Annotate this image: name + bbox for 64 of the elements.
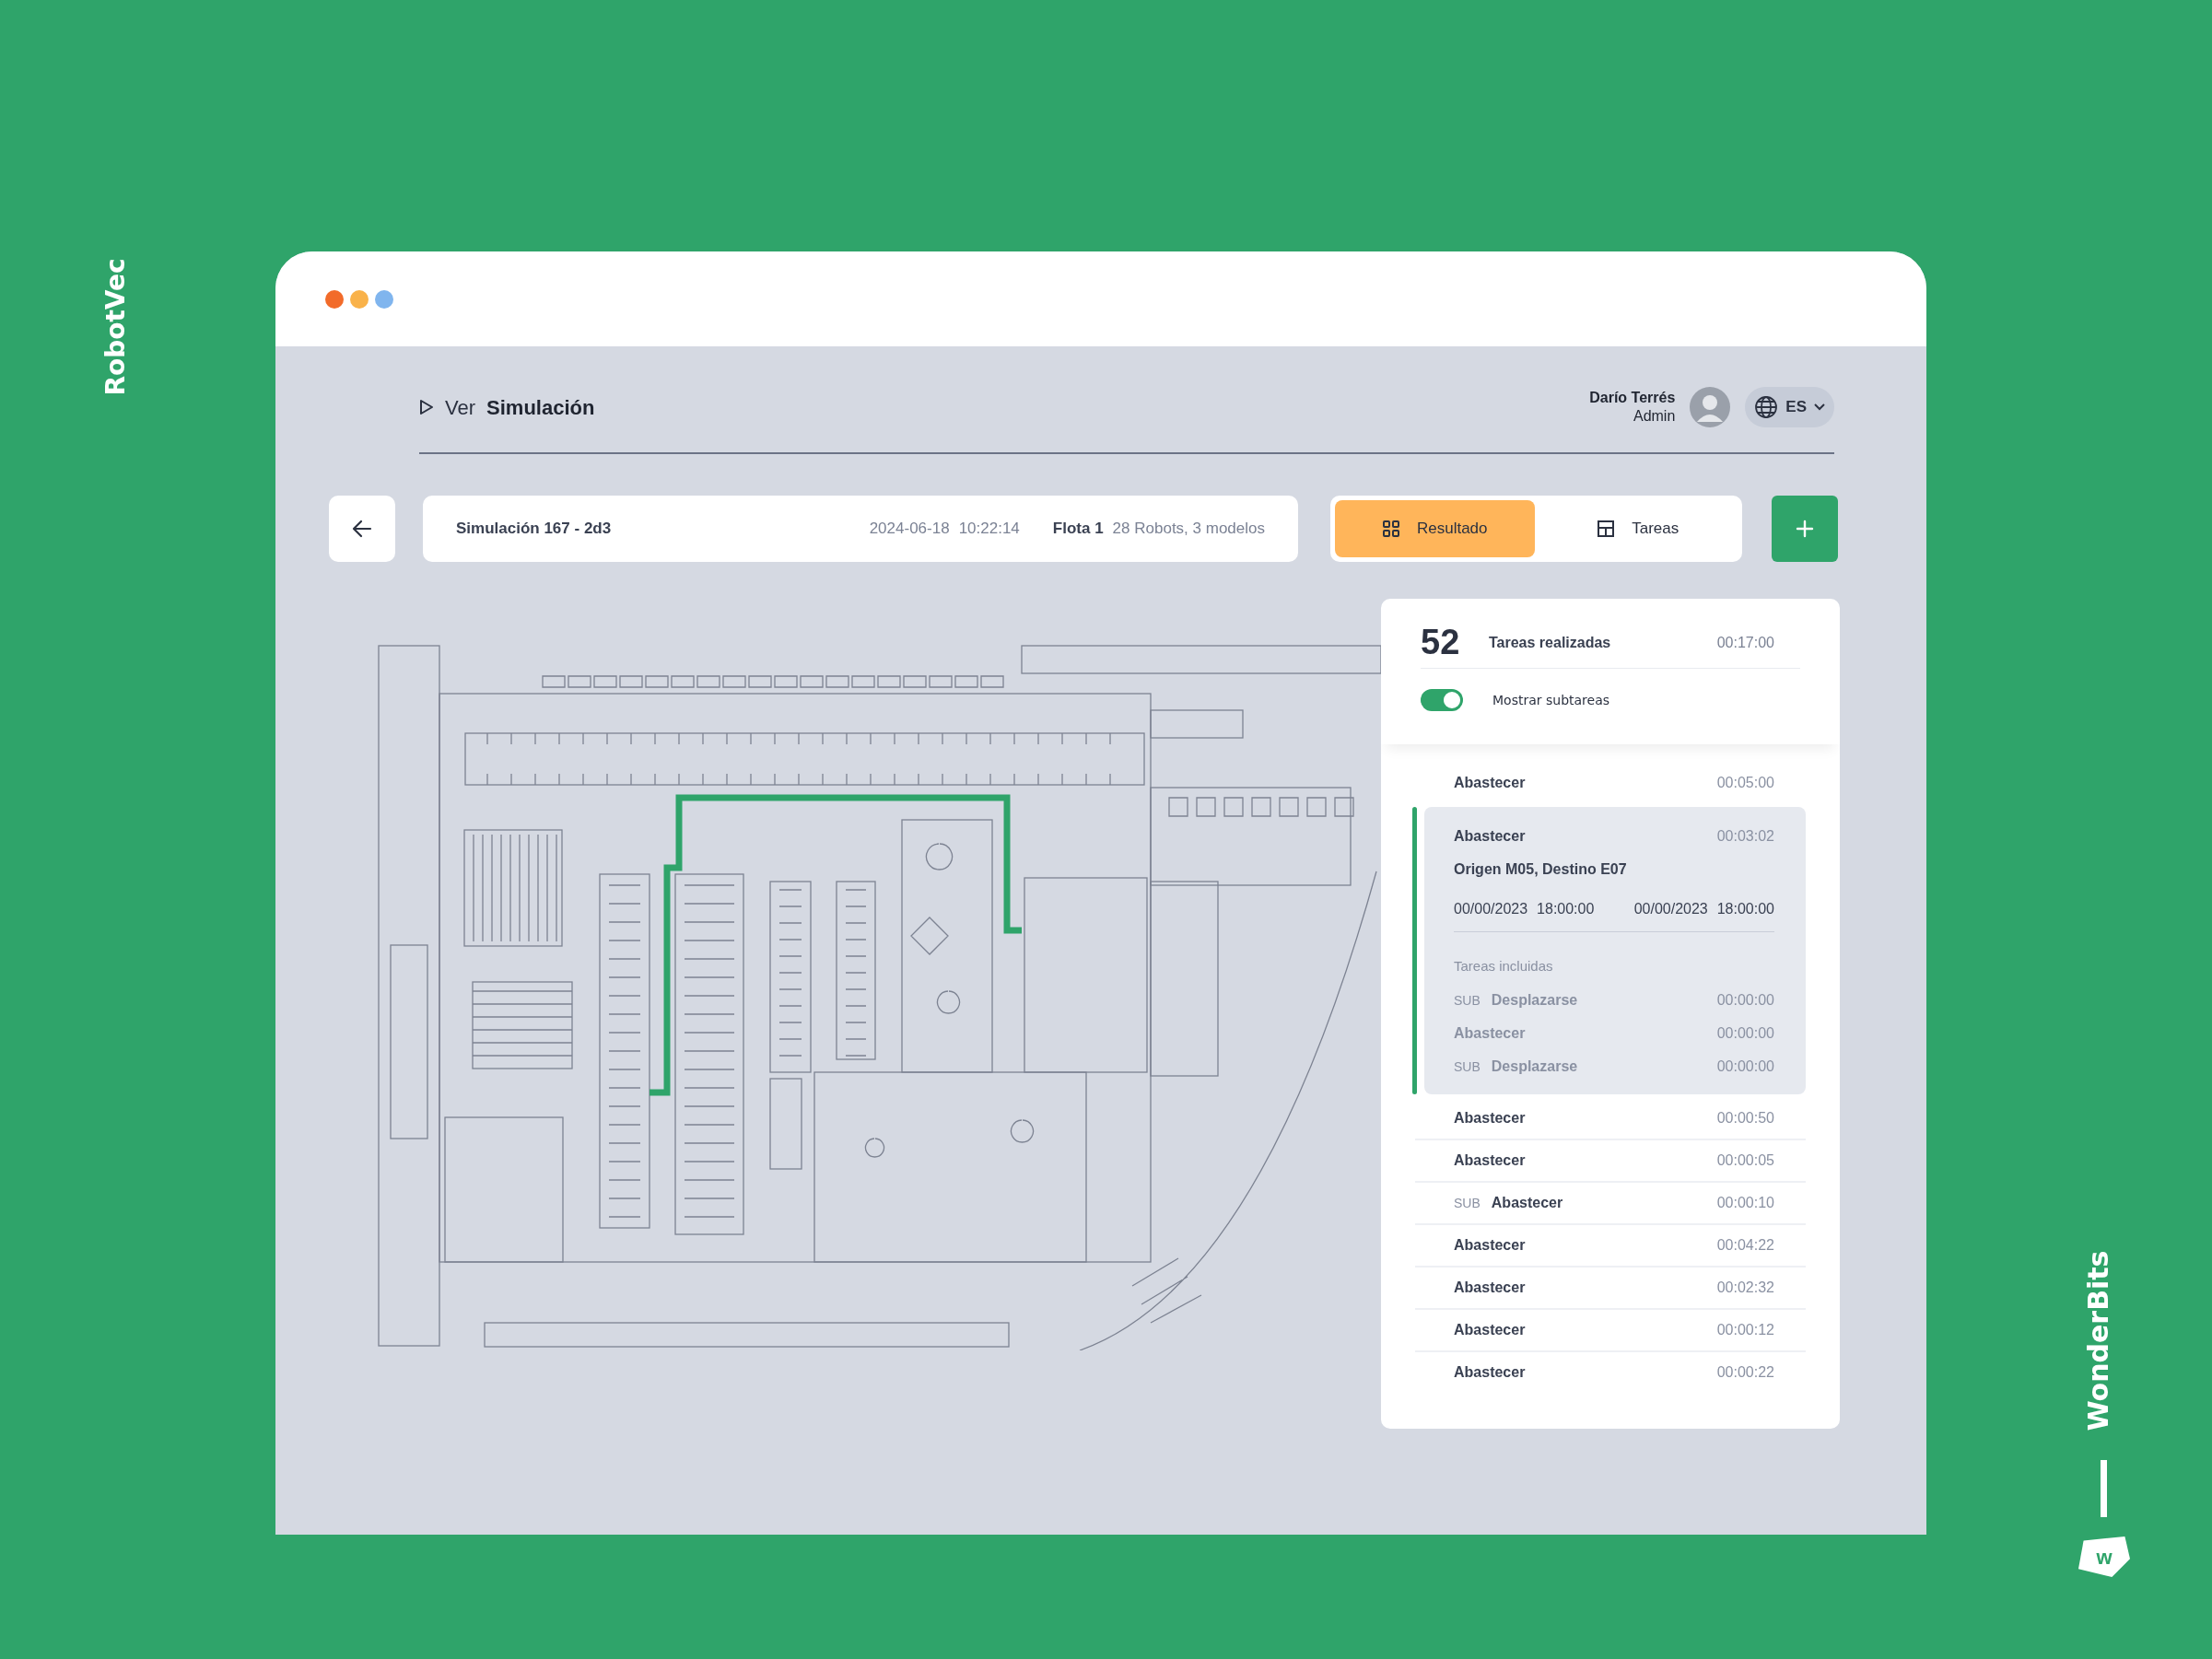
page-title: Simulación — [486, 394, 595, 421]
task-duration: 00:00:10 — [1716, 1194, 1774, 1212]
task-name: Abastecer — [1454, 1279, 1526, 1297]
task-duration: 00:04:22 — [1716, 1236, 1774, 1255]
task-name: Abastecer — [1454, 827, 1526, 846]
end-date: 00/00/2023 — [1633, 899, 1708, 918]
task-duration: 00:00:22 — [1716, 1363, 1774, 1382]
route-text: Origen M05, Destino E07 — [1454, 860, 1628, 879]
avatar — [1690, 387, 1731, 427]
back-button[interactable] — [329, 496, 395, 562]
toggle-switch[interactable] — [1421, 689, 1463, 711]
task-duration: 00:00:00 — [1716, 1024, 1774, 1043]
logo: w — [2078, 1536, 2130, 1577]
task-duration: 00:05:00 — [1716, 774, 1774, 792]
task-duration: 00:03:02 — [1716, 827, 1774, 846]
add-button[interactable] — [1772, 496, 1838, 562]
task-name: Abastecer — [1454, 1151, 1526, 1170]
play-icon — [419, 399, 434, 415]
page-title-prefix: Ver — [445, 394, 476, 421]
task-name: Desplazarse — [1491, 991, 1578, 1010]
language-selector[interactable]: ES — [1745, 387, 1834, 427]
brand-name: WonderBits — [2081, 1250, 2116, 1431]
task-name: Abastecer — [1454, 1321, 1526, 1339]
task-name: Abastecer — [1454, 1024, 1526, 1043]
back-arrow-icon — [352, 520, 372, 538]
start-time: 18:00:00 — [1537, 899, 1595, 918]
task-name: Desplazarse — [1491, 1057, 1578, 1076]
task-name: Abastecer — [1454, 1236, 1526, 1255]
sub-tag: SUB — [1454, 1057, 1481, 1077]
task-duration: 00:02:32 — [1716, 1279, 1774, 1297]
task-count: 52 — [1421, 622, 1461, 663]
section-label: Tareas incluidas — [1454, 956, 1554, 976]
task-name: Abastecer — [1454, 1109, 1526, 1127]
fleet-detail: 28 Robots, 3 modelos — [1112, 519, 1265, 540]
simulation-time: 10:22:14 — [958, 519, 1020, 540]
chevron-down-icon — [1814, 403, 1825, 411]
divider-bar — [2101, 1460, 2107, 1517]
task-name: Abastecer — [1454, 774, 1526, 792]
plus-icon — [1796, 520, 1814, 538]
user-role: Admin — [1633, 407, 1676, 426]
sub-tag: SUB — [1454, 990, 1481, 1011]
grid-icon — [1381, 520, 1400, 538]
task-duration: 00:00:00 — [1716, 991, 1774, 1010]
simulation-date: 2024-06-18 — [869, 519, 950, 540]
task-duration: 00:00:00 — [1716, 1057, 1774, 1076]
globe-icon — [1754, 395, 1779, 419]
task-count-label: Tareas realizadas — [1489, 633, 1611, 652]
toggle-label: Mostrar subtareas — [1492, 691, 1610, 709]
task-duration: 00:00:12 — [1716, 1321, 1774, 1339]
task-duration: 00:00:50 — [1716, 1109, 1774, 1127]
layout-icon — [1597, 520, 1616, 538]
start-date: 00/00/2023 — [1454, 899, 1528, 918]
user-name: Darío Terrés — [1589, 389, 1676, 407]
sub-tag: SUB — [1454, 1193, 1481, 1213]
end-time: 18:00:00 — [1716, 899, 1774, 918]
simulation-name: Simulación 167 - 2d3 — [456, 519, 612, 540]
fleet-label: Flota 1 — [1052, 519, 1104, 540]
task-name: Abastecer — [1454, 1363, 1526, 1382]
total-duration: 00:17:00 — [1716, 633, 1774, 652]
task-card[interactable]: Abastecer 00:03:02 Origen M05, Destino E07 00/00/2023 18:00:00 00/00/2023 18:00:00 Tareas incluidas SUB Desplazarse 00:00:00 Abastecer 00:00:00 SUB Desplazarse 00:00:00 — [1424, 807, 1806, 1094]
task-duration: 00:00:05 — [1716, 1151, 1774, 1170]
brand-name: RobotVec — [99, 258, 132, 396]
task-name: Abastecer — [1491, 1194, 1563, 1212]
view-tab[interactable]: Resultado — [1335, 500, 1535, 557]
